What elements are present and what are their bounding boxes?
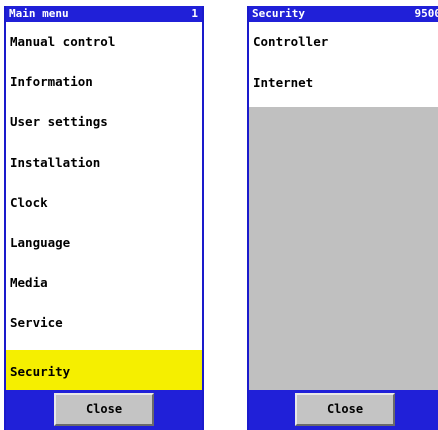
security-footer: Close bbox=[249, 390, 438, 430]
security-code: 9500 bbox=[414, 7, 438, 20]
main-menu-list: Manual control Information User settings… bbox=[6, 28, 202, 392]
menu-item-manual-control[interactable]: Manual control bbox=[6, 28, 202, 68]
menu-item-internet[interactable]: Internet bbox=[249, 69, 438, 110]
menu-item-language[interactable]: Language bbox=[6, 229, 202, 269]
main-menu-title-bar: Main menu 1 bbox=[6, 6, 202, 22]
menu-item-controller[interactable]: Controller bbox=[249, 28, 438, 69]
menu-item-media[interactable]: Media bbox=[6, 269, 202, 309]
main-menu-panel: Main menu 1 Manual control Information U… bbox=[4, 6, 204, 430]
menu-item-information[interactable]: Information bbox=[6, 68, 202, 108]
close-button[interactable]: Close bbox=[295, 393, 395, 426]
main-menu-footer: Close bbox=[6, 390, 202, 430]
menu-item-service[interactable]: Service bbox=[6, 309, 202, 349]
security-menu-panel: Security 9500 Controller Internet Close bbox=[247, 6, 438, 430]
security-menu-list: Controller Internet bbox=[249, 28, 438, 109]
menu-item-security[interactable]: Security bbox=[6, 349, 202, 392]
main-menu-code: 1 bbox=[191, 7, 198, 20]
menu-item-installation[interactable]: Installation bbox=[6, 149, 202, 189]
close-button[interactable]: Close bbox=[54, 393, 154, 426]
menu-item-clock[interactable]: Clock bbox=[6, 189, 202, 229]
empty-list-area bbox=[249, 107, 438, 390]
security-title: Security bbox=[252, 7, 305, 20]
menu-item-user-settings[interactable]: User settings bbox=[6, 108, 202, 148]
security-title-bar: Security 9500 bbox=[249, 6, 438, 22]
main-menu-title: Main menu bbox=[9, 7, 69, 20]
